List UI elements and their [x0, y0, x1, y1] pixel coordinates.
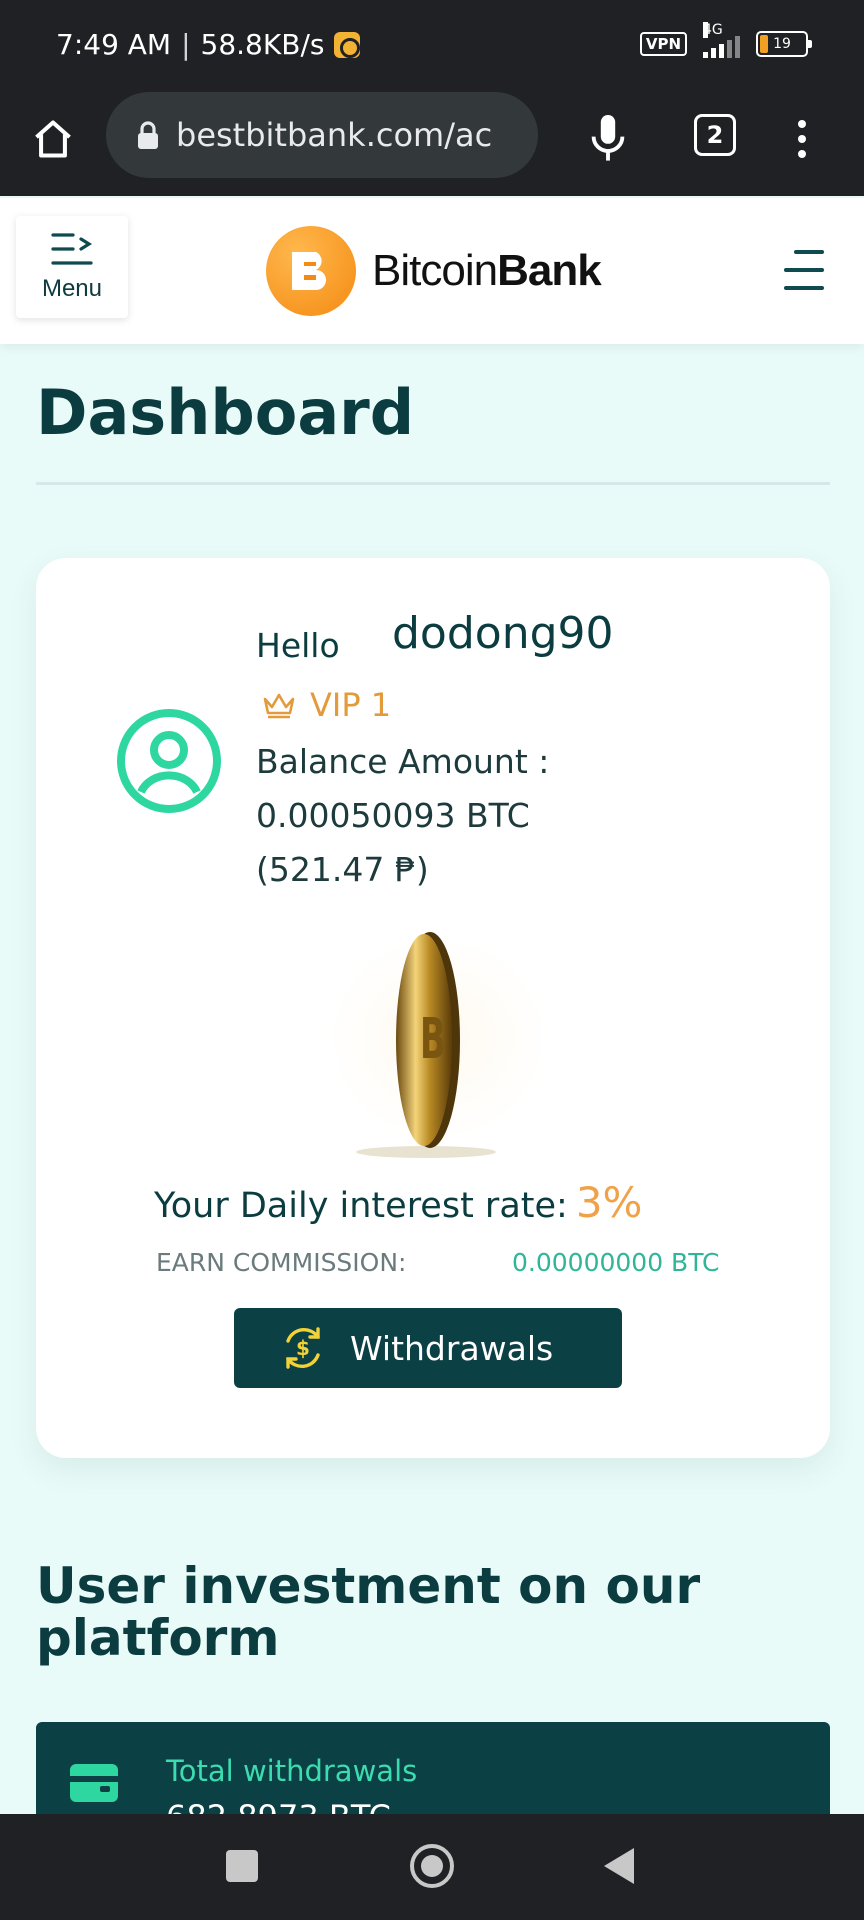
svg-text:B: B [420, 1006, 446, 1071]
network-type: 4G [703, 22, 723, 38]
vip-badge: VIP 1 [262, 686, 391, 724]
lock-icon [138, 121, 158, 149]
daily-interest: Your Daily interest rate: 3% [154, 1178, 642, 1227]
more-icon-dot [798, 120, 806, 128]
hamburger-icon-line [784, 268, 824, 272]
greeting: Hello [256, 626, 340, 665]
site-header: Menu BitcoinBank [0, 198, 864, 344]
dollar-refresh-icon: $ [286, 1327, 320, 1369]
total-withdrawals-card: Total withdrawals 682.8973 BTC [36, 1722, 830, 1822]
status-time: 7:49 AM [56, 28, 172, 61]
url-text: bestbitbank.com/ac [176, 116, 493, 154]
tabs-button[interactable]: 2 [694, 114, 736, 156]
balance-btc: 0.00050093 BTC [256, 796, 530, 835]
status-right: VPN 4G 19 [639, 22, 812, 58]
svg-text:$: $ [296, 1336, 310, 1360]
menu-icon [51, 233, 93, 265]
crown-icon [263, 693, 295, 719]
home-circle-icon [421, 1855, 443, 1877]
investment-section-title: User investment on our platform [36, 1557, 701, 1667]
home-nav-button[interactable] [410, 1844, 454, 1888]
vip-level: VIP 1 [310, 686, 392, 724]
site-logo[interactable]: BitcoinBank [266, 226, 602, 316]
signal-icon: 4G [703, 22, 740, 58]
hamburger-icon-line [794, 250, 824, 254]
status-separator: | [181, 28, 191, 61]
vpn-icon: VPN [639, 32, 687, 56]
page-title: Dashboard [36, 376, 415, 449]
hamburger-icon-line [784, 286, 824, 290]
interest-rate: 3% [575, 1178, 643, 1227]
title-divider [36, 482, 830, 485]
logo-mark-icon [266, 226, 356, 316]
menu-button[interactable]: Menu [16, 216, 128, 318]
withdrawals-button[interactable]: $ Withdrawals [234, 1308, 622, 1388]
total-withdrawals-label: Total withdrawals [166, 1754, 418, 1788]
earn-commission-value: 0.00000000 BTC [512, 1248, 720, 1277]
menu-label: Menu [41, 275, 103, 302]
profile-card: Hello dodong90 VIP 1 Balance Amount : 0.… [36, 558, 830, 1458]
voice-search-button[interactable] [586, 110, 630, 168]
balance-label: Balance Amount : [256, 742, 550, 781]
earn-commission-label: EARN COMMISSION: [156, 1248, 407, 1277]
wallet-icon [70, 1764, 118, 1802]
logo-text: BitcoinBank [372, 246, 602, 296]
home-icon [35, 120, 71, 158]
battery-icon: 19 [756, 31, 812, 57]
more-options-button[interactable] [792, 110, 812, 168]
system-navigation-bar [0, 1814, 864, 1920]
username: dodong90 [392, 608, 614, 659]
notification-app-icon [334, 31, 361, 58]
recents-button[interactable] [226, 1850, 258, 1882]
more-icon-dot [798, 135, 806, 143]
home-button[interactable] [24, 110, 82, 168]
more-icon-dot [798, 150, 806, 158]
user-icon [117, 709, 221, 813]
status-bar: 7:49 AM | 58.8KB/s VPN 4G 19 [0, 0, 864, 92]
status-speed: 58.8KB/s [200, 28, 325, 61]
battery-level: 19 [773, 36, 791, 52]
browser-toolbar: bestbitbank.com/ac 2 [0, 92, 864, 196]
logo-text-light: Bitcoin [372, 246, 498, 295]
logo-text-bold: Bank [497, 246, 602, 295]
mic-icon [591, 115, 625, 161]
interest-label: Your Daily interest rate: [154, 1186, 568, 1226]
balance-php: (521.47 ₱) [256, 850, 429, 889]
status-left: 7:49 AM | 58.8KB/s [56, 28, 361, 61]
address-bar[interactable]: bestbitbank.com/ac [106, 92, 538, 178]
withdrawals-label: Withdrawals [350, 1328, 554, 1368]
spinning-coin-image: B [326, 932, 550, 1158]
tabs-count: 2 [706, 121, 724, 149]
back-button[interactable] [604, 1848, 634, 1884]
hamburger-button[interactable] [780, 250, 824, 290]
